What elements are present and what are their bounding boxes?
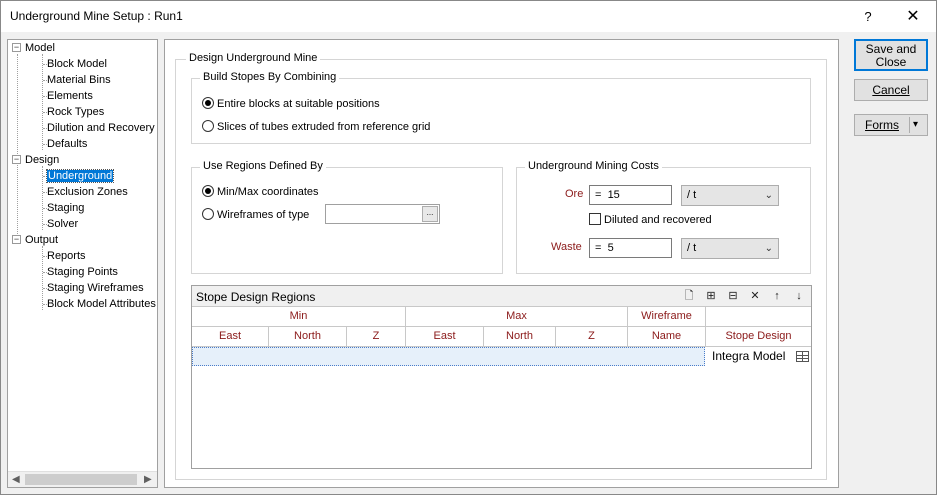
tree-item-staging-wireframes[interactable]: Staging Wireframes <box>47 281 144 296</box>
scrollbar-thumb[interactable] <box>25 474 137 485</box>
grid-toolbar: Stope Design Regions 🗋 ⊞ ⊟ ✕ ↑ ↓ <box>192 286 811 307</box>
checkbox-icon[interactable] <box>589 213 601 225</box>
header-group-max: Max <box>406 307 628 327</box>
column-header-min-east[interactable]: East <box>192 327 269 347</box>
column-header-max-north[interactable]: North <box>484 327 556 347</box>
waste-cost-input[interactable]: = 5 <box>589 238 672 258</box>
ore-unit-select[interactable]: / t ⌄ <box>681 185 779 206</box>
navigation-tree: − Model Block Model Material Bins Element… <box>7 39 158 488</box>
stope-design-cell[interactable]: Integra Model <box>706 347 811 366</box>
tree-item-underground[interactable]: Underground <box>45 169 115 184</box>
radio-unselected-icon[interactable] <box>202 120 214 132</box>
tree-item-defaults[interactable]: Defaults <box>47 137 87 152</box>
tree-item-staging-points[interactable]: Staging Points <box>47 265 118 280</box>
new-row-icon[interactable]: 🗋 <box>681 289 697 303</box>
tree-item-reports[interactable]: Reports <box>47 249 86 264</box>
waste-unit-select[interactable]: / t ⌄ <box>681 238 779 259</box>
group-title: Design Underground Mine <box>186 52 321 64</box>
tree-item-elements[interactable]: Elements <box>47 89 93 104</box>
cancel-button[interactable]: Cancel <box>854 79 928 101</box>
use-regions-group: Use Regions Defined By Min/Max coordinat… <box>191 160 503 274</box>
mine-setup-dialog: Underground Mine Setup : Run1 ? ✕ − Model… <box>0 0 937 495</box>
insert-row-icon[interactable]: ⊞ <box>703 289 719 303</box>
radio-selected-icon[interactable] <box>202 185 214 197</box>
tree-item-block-model[interactable]: Block Model <box>47 57 107 72</box>
group-title: Use Regions Defined By <box>200 160 326 172</box>
tree-item-dilution-and-recovery[interactable]: Dilution and Recovery <box>47 121 155 136</box>
forms-dropdown-icon[interactable]: ▾ <box>913 115 918 135</box>
move-up-icon[interactable]: ↑ <box>769 289 785 303</box>
chevron-down-icon: ⌄ <box>764 190 773 201</box>
column-header-min-north[interactable]: North <box>269 327 347 347</box>
radio-minmax-coordinates[interactable]: Min/Max coordinates <box>202 185 319 199</box>
column-header-name[interactable]: Name <box>628 327 706 347</box>
chevron-down-icon: ⌄ <box>764 243 773 254</box>
forms-button[interactable]: Forms ▾ <box>854 114 928 136</box>
ore-label: Ore <box>565 188 584 200</box>
delete-row-icon[interactable]: ✕ <box>747 289 763 303</box>
tree-item-staging[interactable]: Staging <box>47 201 84 216</box>
scroll-left-icon[interactable]: ◀ <box>12 474 20 485</box>
column-header-max-z[interactable]: Z <box>556 327 628 347</box>
collapse-icon[interactable]: − <box>12 235 21 244</box>
insert-after-icon[interactable]: ⊟ <box>725 289 741 303</box>
radio-entire-blocks[interactable]: Entire blocks at suitable positions <box>202 97 380 111</box>
header-group-wireframe: Wireframe <box>628 307 706 327</box>
window-title: Underground Mine Setup : Run1 <box>10 9 183 23</box>
column-header-min-z[interactable]: Z <box>347 327 406 347</box>
tree-item-block-model-attributes[interactable]: Block Model Attributes <box>47 297 156 312</box>
tree-item-material-bins[interactable]: Material Bins <box>47 73 111 88</box>
tree-item-exclusion-zones[interactable]: Exclusion Zones <box>47 185 128 200</box>
header-group-blank <box>706 307 811 327</box>
mining-costs-group: Underground Mining Costs Ore = 15 / t ⌄ … <box>516 160 811 274</box>
table-row[interactable] <box>192 347 705 366</box>
tree-node-output[interactable]: − Output <box>12 233 58 248</box>
collapse-icon[interactable]: − <box>12 155 21 164</box>
tree-node-model[interactable]: − Model <box>12 41 55 56</box>
close-button[interactable]: ✕ <box>898 6 928 28</box>
save-and-close-button[interactable]: Save and Close <box>854 39 928 71</box>
waste-label: Waste <box>551 241 582 253</box>
tree-horizontal-scrollbar[interactable]: ◀ ▶ <box>8 471 157 487</box>
tree-item-solver[interactable]: Solver <box>47 217 78 232</box>
group-title: Underground Mining Costs <box>525 160 662 172</box>
build-stopes-group: Build Stopes By Combining Entire blocks … <box>191 71 811 144</box>
move-down-icon[interactable]: ↓ <box>791 289 807 303</box>
header-group-min: Min <box>192 307 406 327</box>
stope-design-regions-grid: Stope Design Regions 🗋 ⊞ ⊟ ✕ ↑ ↓ Min Max… <box>191 285 812 469</box>
wireframe-type-input[interactable]: ... <box>325 204 440 224</box>
grid-title: Stope Design Regions <box>196 290 316 304</box>
radio-slices-of-tubes[interactable]: Slices of tubes extruded from reference … <box>202 120 430 134</box>
design-panel: Design Underground Mine Build Stopes By … <box>164 39 839 488</box>
collapse-icon[interactable]: − <box>12 43 21 52</box>
tree-node-design[interactable]: − Design <box>12 153 59 168</box>
radio-selected-icon[interactable] <box>202 97 214 109</box>
column-header-stope-design[interactable]: Stope Design <box>706 327 811 347</box>
diluted-recovered-checkbox[interactable]: Diluted and recovered <box>589 213 712 227</box>
help-button[interactable]: ? <box>856 6 880 28</box>
scroll-right-icon[interactable]: ▶ <box>144 474 152 485</box>
group-title: Build Stopes By Combining <box>200 71 340 83</box>
tree-item-rock-types[interactable]: Rock Types <box>47 105 104 120</box>
table-picker-icon[interactable] <box>796 351 809 362</box>
column-header-max-east[interactable]: East <box>406 327 484 347</box>
radio-wireframes-of-type[interactable]: Wireframes of type <box>202 208 309 222</box>
title-bar: Underground Mine Setup : Run1 ? ✕ <box>1 1 936 32</box>
radio-unselected-icon[interactable] <box>202 208 214 220</box>
ore-cost-input[interactable]: = 15 <box>589 185 672 205</box>
browse-button[interactable]: ... <box>422 206 438 222</box>
